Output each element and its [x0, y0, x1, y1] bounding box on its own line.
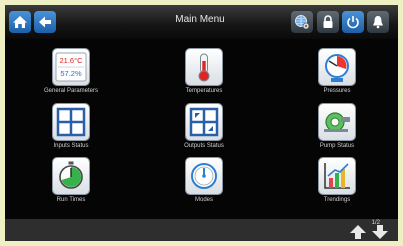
power-button[interactable]: [342, 11, 364, 33]
menu-item-pump-status[interactable]: Pump Status: [282, 104, 392, 154]
pressure-gauge-icon: [319, 49, 355, 85]
menu-item-label: Pump Status: [319, 143, 355, 149]
lock-icon: [323, 15, 333, 28]
menu-item-label: Inputs Status: [53, 143, 89, 149]
menu-item-label: Run Times: [56, 197, 86, 203]
menu-item-label: Modes: [194, 197, 213, 203]
page-title: Main Menu: [175, 14, 225, 25]
alarm-button[interactable]: [367, 11, 389, 33]
menu-item-temperatures[interactable]: Temperatures: [149, 49, 259, 99]
menu-item-pressures[interactable]: Pressures: [282, 49, 392, 99]
trend-chart-icon: [319, 158, 355, 194]
menu-item-label: General Parameters: [43, 88, 99, 94]
stopwatch-icon: [53, 158, 89, 194]
menu-item-inputs-status[interactable]: Inputs Status: [16, 104, 126, 154]
back-button[interactable]: [34, 11, 56, 33]
home-icon: [13, 16, 27, 28]
temperature-reading: 21.6°C: [59, 56, 83, 65]
bottom-bar: 1/2: [5, 219, 398, 241]
menu-item-label: Trendings: [323, 197, 351, 203]
humidity-reading: 57.2%: [60, 69, 82, 78]
network-settings-icon: [295, 15, 310, 30]
alarm-bell-icon: [373, 16, 383, 29]
menu-item-modes[interactable]: Modes: [149, 158, 259, 208]
page-down-icon[interactable]: [371, 224, 389, 240]
inputs-status-icon: [53, 104, 89, 140]
thermometer-icon: [186, 49, 222, 85]
menu-item-label: Pressures: [323, 88, 351, 94]
home-button[interactable]: [9, 11, 31, 33]
menu-item-label: Outputs Status: [184, 143, 224, 149]
menu-item-outputs-status[interactable]: Outputs Status: [149, 104, 259, 154]
menu-item-label: Temperatures: [185, 88, 223, 94]
page-up-icon[interactable]: [349, 224, 367, 240]
back-arrow-icon: [39, 16, 51, 28]
network-settings-button[interactable]: [291, 11, 313, 33]
outputs-status-icon: [186, 104, 222, 140]
modes-dial-icon: [186, 158, 222, 194]
menu-item-run-times[interactable]: Run Times: [16, 158, 126, 208]
hmi-screen: Main Menu 21.6°C 57.2% General Parameter…: [5, 5, 398, 241]
lock-button[interactable]: [317, 11, 339, 33]
menu-item-general-parameters[interactable]: 21.6°C 57.2% General Parameters: [16, 49, 126, 99]
top-bar: Main Menu: [5, 5, 398, 39]
menu-item-trendings[interactable]: Trendings: [282, 158, 392, 208]
pump-icon: [319, 104, 355, 140]
general-parameters-icon: 21.6°C 57.2%: [53, 49, 89, 85]
power-icon: [347, 16, 359, 29]
